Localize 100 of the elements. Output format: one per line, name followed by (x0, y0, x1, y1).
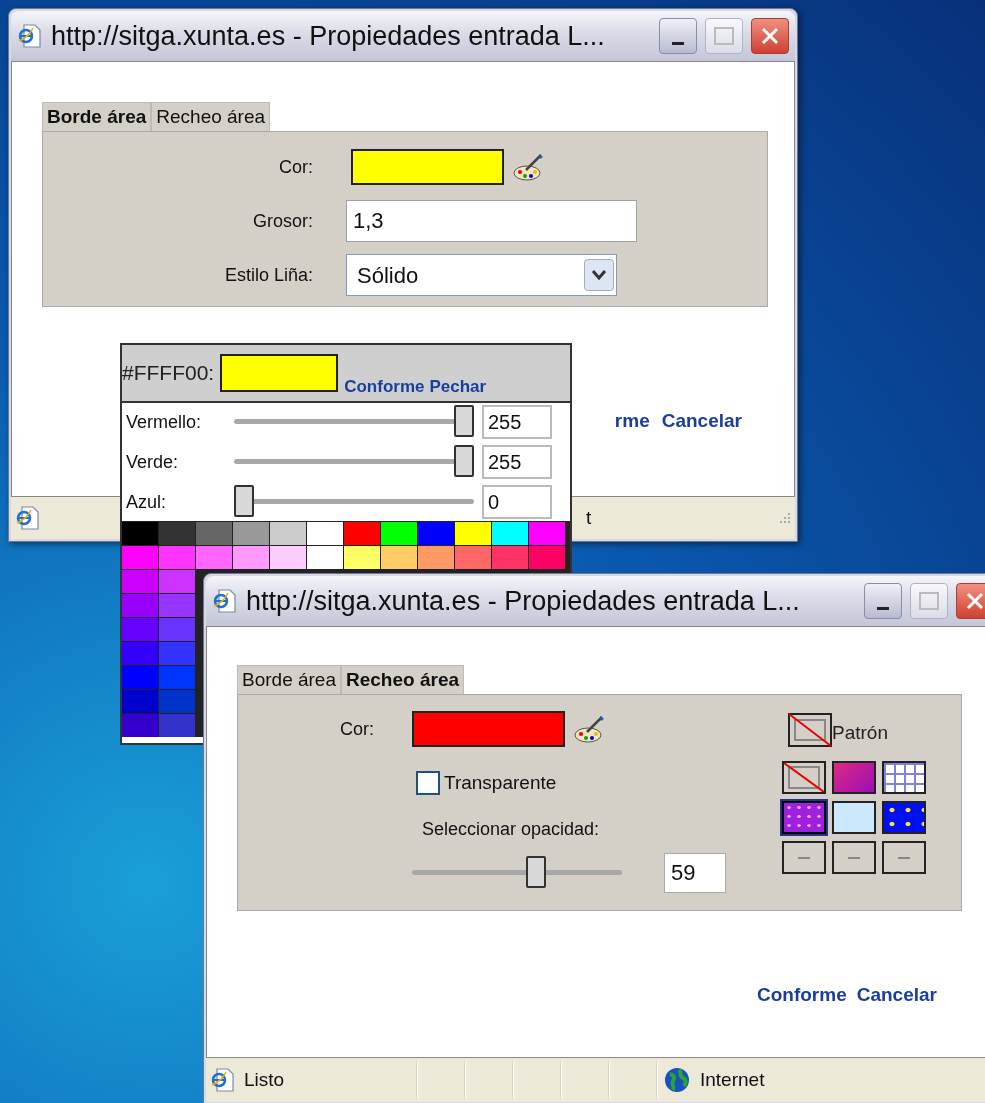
action-link[interactable]: Pechar (429, 373, 487, 399)
empty-pattern-swatch[interactable] (782, 841, 826, 874)
caret-icon (584, 259, 614, 291)
page-icon (15, 505, 41, 531)
channel-label: Verde: (126, 450, 180, 474)
slider-thumb[interactable] (454, 405, 474, 437)
empty-pattern-swatch[interactable] (832, 841, 876, 874)
sparkle-pattern-swatch[interactable] (782, 801, 826, 834)
palette-swatch[interactable] (122, 642, 158, 665)
palette-swatch[interactable] (159, 594, 195, 617)
empty-pattern-swatch[interactable] (882, 841, 926, 874)
channel-value-field[interactable]: 0 (482, 485, 552, 519)
color-swatch[interactable] (351, 149, 504, 185)
action-link[interactable]: Cancelar (661, 407, 742, 436)
close-icon (760, 26, 780, 46)
gradient-swatch[interactable] (832, 761, 876, 794)
palette-swatch[interactable] (344, 546, 380, 569)
opacity-slider[interactable] (412, 855, 622, 890)
close-icon (965, 591, 985, 611)
palette-swatch[interactable] (159, 570, 195, 593)
checkbox-label: Transparente (444, 771, 557, 795)
status-text: t (586, 505, 592, 530)
opacity-label: Seleccionar opacidad: (422, 817, 601, 841)
no-pattern-icon (788, 713, 832, 747)
field-label: Cor: (339, 717, 374, 741)
text-field[interactable]: 1,3 (346, 200, 637, 242)
action-link[interactable]: Conforme (757, 981, 847, 1010)
close-button[interactable] (956, 583, 985, 619)
palette-swatch[interactable] (418, 522, 454, 545)
palette-swatch[interactable] (122, 666, 158, 689)
palette-swatch[interactable] (381, 522, 417, 545)
maximize-button[interactable] (910, 583, 948, 619)
channel-slider[interactable] (234, 405, 474, 439)
palette-swatch[interactable] (307, 546, 343, 569)
tab[interactable]: Borde área (42, 102, 152, 131)
palette-swatch[interactable] (122, 522, 158, 545)
palette-swatch[interactable] (122, 690, 158, 713)
palette-swatch[interactable] (122, 594, 158, 617)
channel-slider[interactable] (234, 485, 474, 519)
palette-swatch[interactable] (492, 546, 528, 569)
channel-label: Vermello: (126, 410, 203, 434)
palette-swatch[interactable] (492, 522, 528, 545)
palette-swatch[interactable] (455, 546, 491, 569)
palette-swatch[interactable] (233, 522, 269, 545)
hex-value: #FFFF00: (122, 360, 215, 387)
no-pattern-swatch[interactable] (782, 761, 826, 794)
palette-swatch[interactable] (270, 546, 306, 569)
grid-pattern-swatch[interactable] (882, 761, 926, 794)
globe-icon (664, 1067, 690, 1093)
palette-swatch[interactable] (381, 546, 417, 569)
minimize-button[interactable] (864, 583, 902, 619)
opacity-value-field[interactable]: 59 (664, 852, 726, 893)
slider-thumb[interactable] (234, 485, 254, 517)
palette-swatch[interactable] (159, 618, 195, 641)
channel-slider[interactable] (234, 445, 474, 479)
palette-swatch[interactable] (455, 522, 491, 545)
palette-swatch[interactable] (233, 546, 269, 569)
palette-swatch[interactable] (418, 546, 454, 569)
tab[interactable]: Recheo área (341, 665, 465, 694)
tab[interactable]: Recheo área (151, 102, 271, 131)
field-label: Estilo Liña: (223, 263, 313, 287)
channel-value-field[interactable]: 255 (482, 445, 552, 479)
tab[interactable]: Borde área (237, 665, 341, 694)
palette-swatch[interactable] (196, 546, 232, 569)
close-button[interactable] (751, 18, 789, 54)
dropdown-field[interactable]: Sólido (346, 254, 617, 296)
light-swatch[interactable] (832, 801, 876, 834)
action-link[interactable]: rme (614, 407, 650, 436)
palette-swatch[interactable] (529, 522, 565, 545)
checkbox[interactable] (416, 771, 440, 796)
action-link[interactable]: Cancelar (856, 981, 937, 1010)
palette-swatch[interactable] (159, 642, 195, 665)
slider-thumb[interactable] (526, 855, 546, 888)
field-label: Cor: (278, 155, 313, 179)
palette-swatch[interactable] (196, 522, 232, 545)
field-label: Grosor: (252, 209, 313, 233)
palette-swatch[interactable] (159, 522, 195, 545)
palette-swatch[interactable] (344, 522, 380, 545)
action-link[interactable]: Conforme (344, 373, 425, 399)
palette-swatch[interactable] (122, 570, 158, 593)
star-pattern-swatch[interactable] (882, 801, 926, 834)
palette-swatch[interactable] (122, 714, 158, 737)
resize-grip-icon (777, 511, 791, 525)
palette-swatch[interactable] (159, 546, 195, 569)
channel-value-field[interactable]: 255 (482, 405, 552, 439)
palette-swatch[interactable] (159, 714, 195, 737)
pattern-label: Patrón (832, 720, 888, 745)
palette-swatch[interactable] (307, 522, 343, 545)
slider-thumb[interactable] (454, 445, 474, 477)
palette-swatch[interactable] (159, 690, 195, 713)
minimize-button[interactable] (659, 18, 697, 54)
maximize-button[interactable] (705, 18, 743, 54)
page-icon (17, 23, 43, 49)
palette-swatch[interactable] (270, 522, 306, 545)
color-swatch[interactable] (412, 711, 565, 747)
palette-swatch[interactable] (159, 666, 195, 689)
channel-label: Azul: (126, 490, 168, 514)
palette-swatch[interactable] (122, 546, 158, 569)
palette-swatch[interactable] (122, 618, 158, 641)
palette-swatch[interactable] (529, 546, 565, 569)
